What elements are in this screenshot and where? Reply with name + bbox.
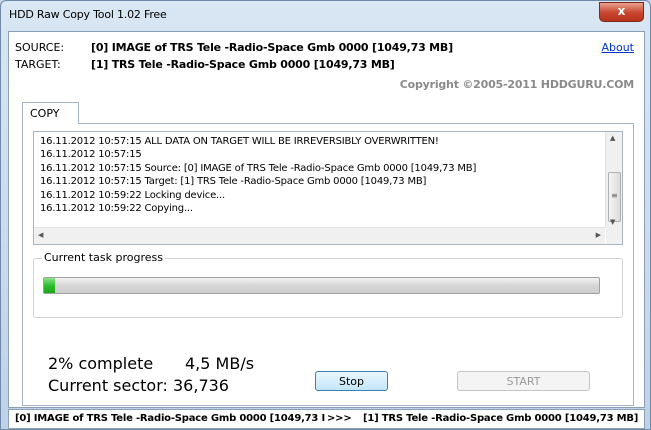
grip-icon: ≡ [611,191,618,200]
scroll-down-arrow-icon[interactable]: ▼ [610,218,615,226]
progress-group-label: Current task progress [42,251,165,264]
title-bar[interactable]: HDD Raw Copy Tool 1.02 Free x [1,1,650,31]
status-target: [1] TRS Tele -Radio-Space Gmb 0000 [1049… [363,413,639,424]
scroll-right-arrow-icon[interactable]: ▶ [596,231,601,239]
tab-copy-label: COPY [30,107,60,120]
scroll-up-arrow-icon[interactable]: ▲ [610,134,615,142]
target-label: TARGET: [15,58,61,71]
log-horizontal-scrollbar[interactable]: ◀ ▶ [34,227,605,244]
scrollbar-corner [606,228,622,244]
log-line: 16.11.2012 10:59:22 Locking device... [40,189,225,201]
start-button[interactable]: START [457,371,590,391]
current-sector: Current sector: 36,736 [48,376,229,395]
log-vertical-scrollbar[interactable]: ▲ ≡ ▼ [605,132,622,228]
copyright-text: Copyright ©2005-2011 HDDGURU.COM [399,78,634,91]
log-line: 16.11.2012 10:57:15 Source: [0] IMAGE of… [40,162,477,174]
task-progress-bar [43,277,600,294]
about-link[interactable]: About [601,41,634,54]
tab-copy[interactable]: COPY [22,102,79,124]
source-value: [0] IMAGE of TRS Tele -Radio-Space Gmb 0… [91,41,453,54]
source-label: SOURCE: [15,41,65,54]
log-line: 16.11.2012 10:57:15 ALL DATA ON TARGET W… [40,136,439,147]
log-line: 16.11.2012 10:59:22 Copying... [40,202,193,214]
scroll-left-arrow-icon[interactable]: ◀ [38,231,43,239]
close-button[interactable]: x [599,2,644,22]
main-panel: SOURCE: [0] IMAGE of TRS Tele -Radio-Spa… [8,31,645,408]
progress-fill [44,278,56,293]
log-line: 16.11.2012 10:57:15 [40,149,142,161]
log-line: 16.11.2012 10:57:15 Target: [1] TRS Tele… [40,176,427,188]
log-lines: 16.11.2012 10:57:15 ALL DATA ON TARGET W… [40,136,600,216]
copy-tab-panel: 16.11.2012 10:57:15 ALL DATA ON TARGET W… [22,123,634,406]
app-window: HDD Raw Copy Tool 1.02 Free x SOURCE: [0… [0,0,651,430]
stop-button[interactable]: Stop [315,371,388,391]
transfer-speed: 4,5 MB/s [185,354,255,373]
status-bar: [0] IMAGE of TRS Tele -Radio-Space Gmb 0… [8,409,645,429]
target-value: [1] TRS Tele -Radio-Space Gmb 0000 [1049… [91,58,395,71]
vertical-scroll-thumb[interactable]: ≡ [608,172,621,222]
progress-group: Current task progress [33,251,623,318]
status-source: [0] IMAGE of TRS Tele -Radio-Space Gmb 0… [15,413,325,424]
window-title: HDD Raw Copy Tool 1.02 Free [9,8,167,21]
percent-complete: 2% complete [48,354,154,373]
close-icon: x [617,4,626,18]
log-listbox[interactable]: 16.11.2012 10:57:15 ALL DATA ON TARGET W… [33,131,623,245]
status-arrow: >>> [327,413,352,424]
